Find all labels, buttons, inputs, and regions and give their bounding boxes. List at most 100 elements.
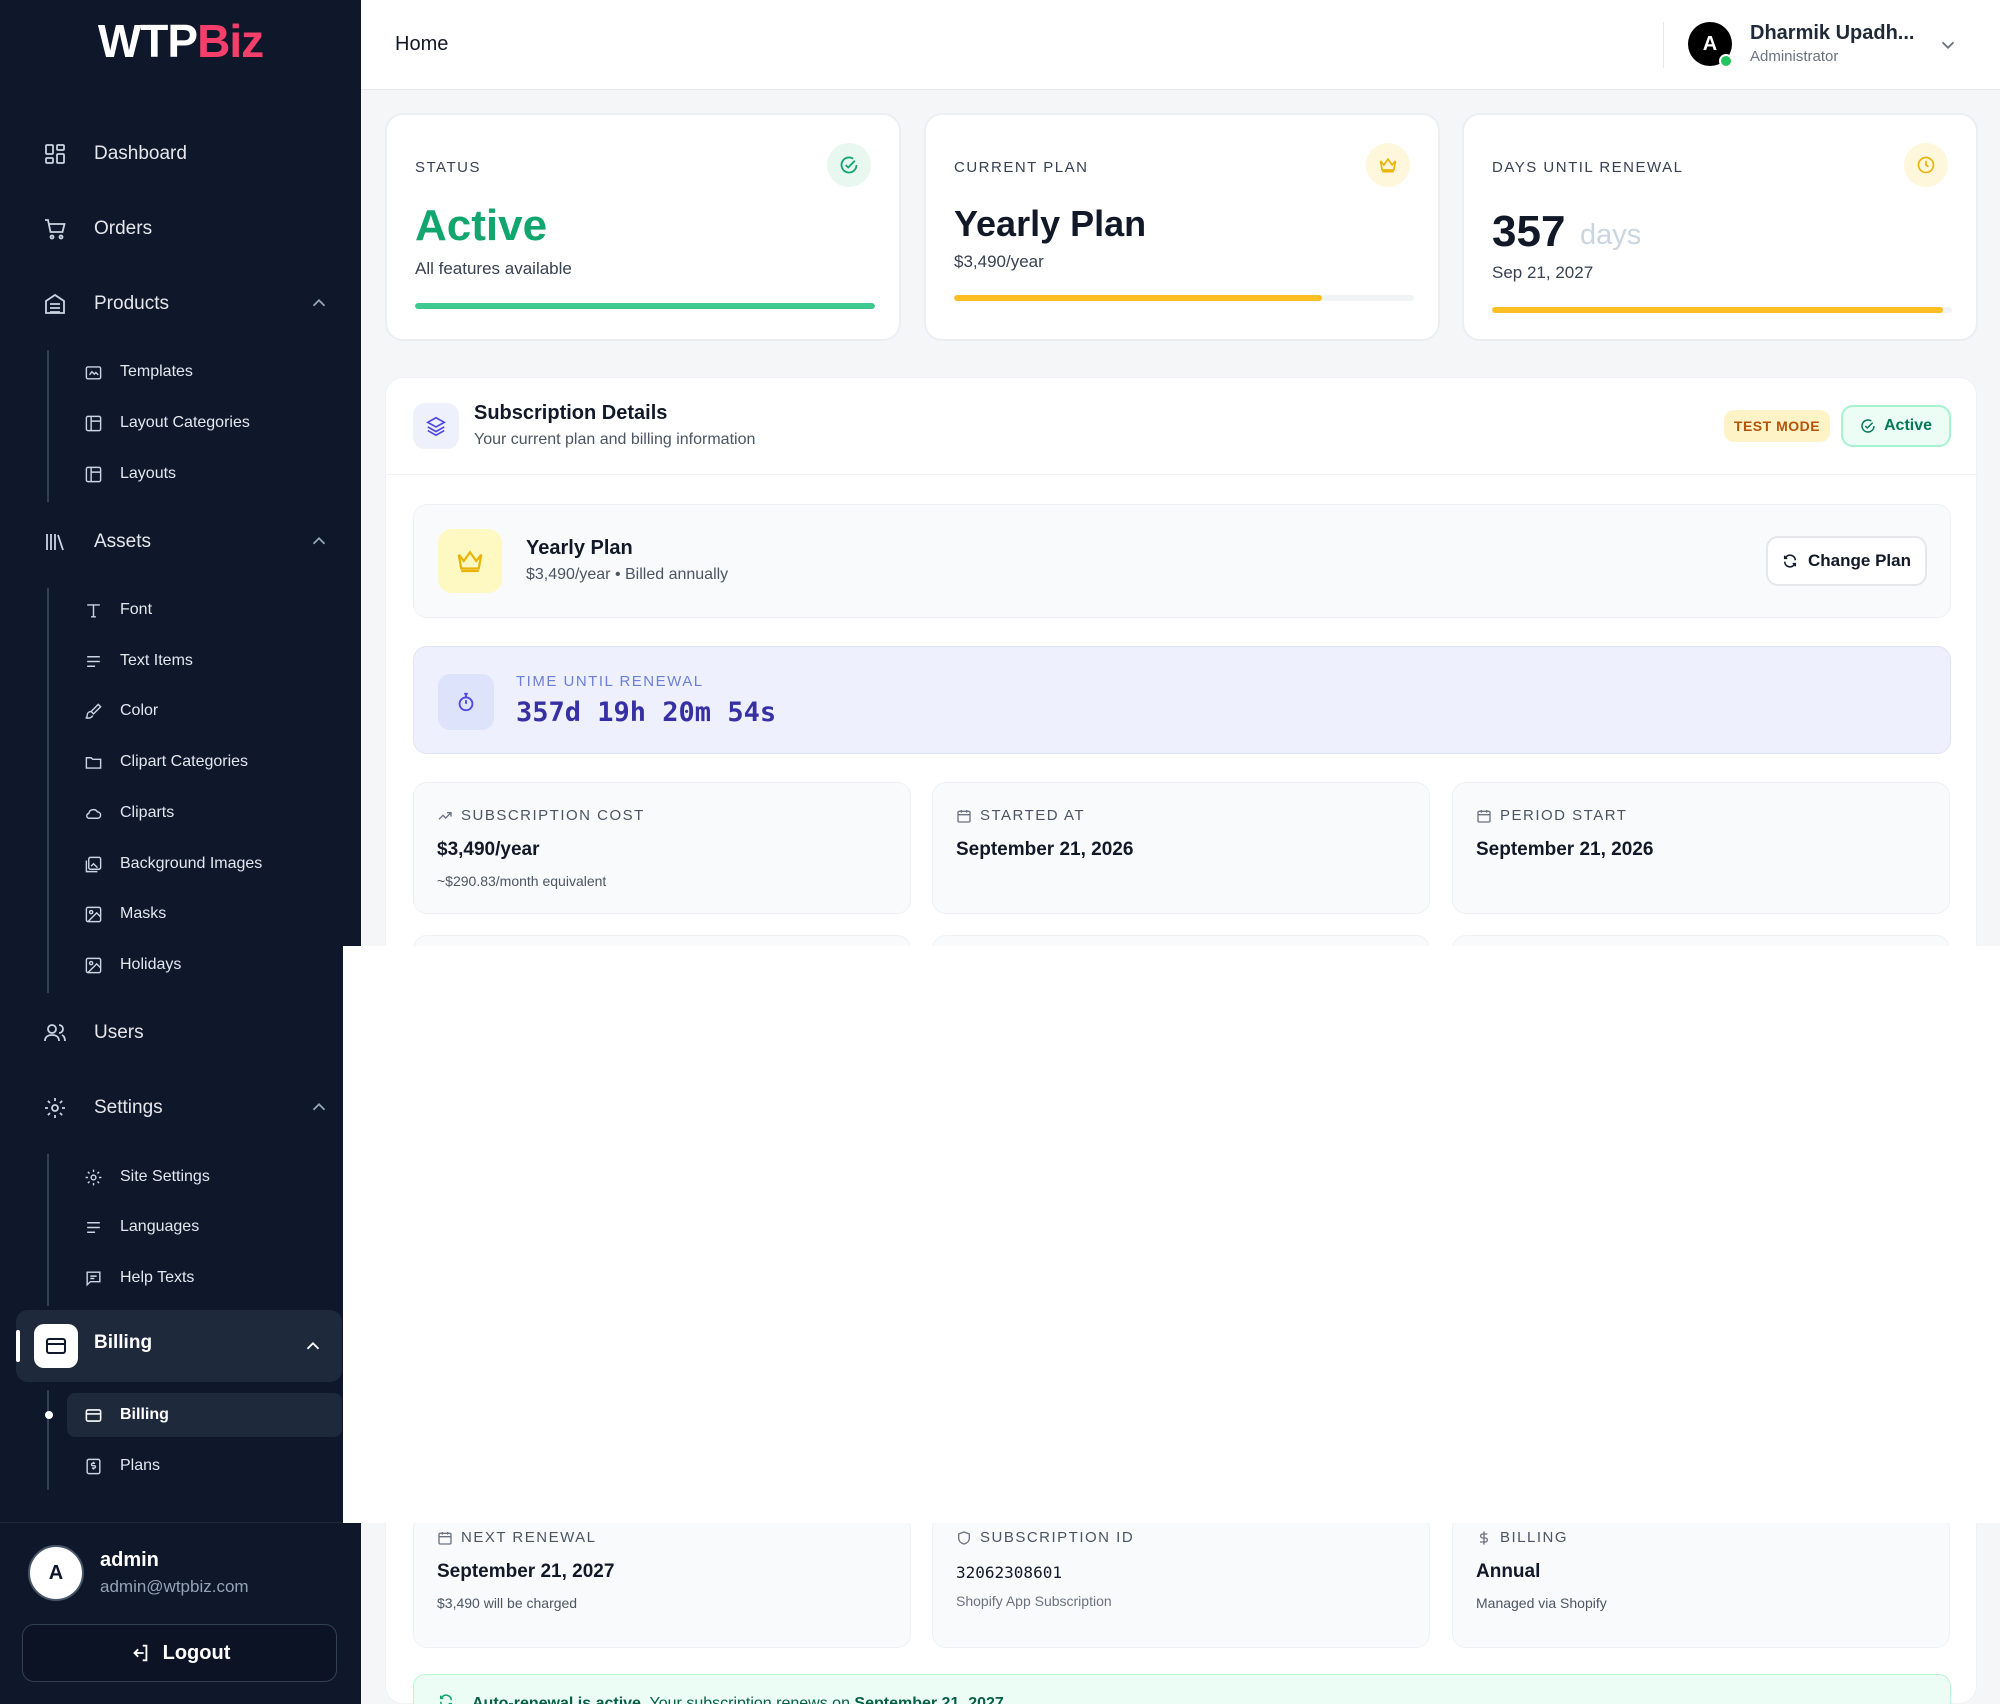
users-icon xyxy=(40,1018,70,1048)
sidebar-item-dashboard[interactable]: Dashboard xyxy=(40,134,330,174)
subscription-cost-card: SUBSCRIPTION COST $3,490/year ~$290.83/m… xyxy=(413,782,911,914)
sidebar-subitem-billing[interactable]: Billing xyxy=(82,1398,342,1432)
blank-region xyxy=(343,946,2000,1523)
sidebar-subitem-cliparts[interactable]: Cliparts xyxy=(82,796,342,830)
align-left-icon xyxy=(82,650,104,672)
calendar-icon xyxy=(438,1531,452,1545)
sidebar-subitem-templates[interactable]: Templates xyxy=(82,355,342,389)
sidebar-subitem-color[interactable]: Color xyxy=(82,694,342,728)
images-icon xyxy=(82,853,104,875)
check-circle-icon xyxy=(827,143,871,187)
status-value: Active xyxy=(415,201,548,250)
chevron-up-icon[interactable] xyxy=(308,530,330,552)
card-value: September 21, 2026 xyxy=(1476,839,1654,860)
message-icon xyxy=(82,1267,104,1289)
auto-renewal-notice: Auto-renewal is active. Your subscriptio… xyxy=(413,1674,1951,1704)
sidebar-item-billing[interactable]: Billing xyxy=(16,1310,342,1382)
sidebar-item-label: Assets xyxy=(94,531,152,552)
breadcrumb[interactable]: Home xyxy=(395,33,448,56)
image-icon xyxy=(82,954,104,976)
header-user-name[interactable]: Dharmik Upadh... xyxy=(1750,22,1914,45)
card-caption: BILLING xyxy=(1476,1529,1568,1546)
panel-title: Subscription Details xyxy=(474,402,668,424)
plan-progress xyxy=(954,295,1414,301)
plan-sub: $3,490/year xyxy=(954,252,1044,271)
countdown-caption: TIME UNTIL RENEWAL xyxy=(516,673,704,690)
renewal-date: Sep 21, 2027 xyxy=(1492,263,1594,282)
sidebar-subitem-clipart-categories[interactable]: Clipart Categories xyxy=(82,745,342,779)
renewal-days-unit: days xyxy=(1580,219,1642,251)
chevron-up-icon[interactable] xyxy=(302,1335,324,1357)
card-value[interactable]: 32062308601 xyxy=(956,1563,1062,1582)
dollar-icon xyxy=(1480,1530,1488,1545)
sidebar-subitem-text-items[interactable]: Text Items xyxy=(82,644,342,678)
card-caption: SUBSCRIPTION COST xyxy=(437,807,645,824)
logout-icon xyxy=(132,1644,147,1662)
logout-button[interactable]: Logout xyxy=(22,1624,337,1682)
sidebar-subitem-label: Font xyxy=(120,601,153,618)
card-caption-text: STARTED AT xyxy=(980,807,1086,824)
chevron-down-icon[interactable] xyxy=(1937,34,1959,56)
card-caption-text: NEXT RENEWAL xyxy=(461,1529,597,1546)
sidebar-subitem-background-images[interactable]: Background Images xyxy=(82,847,342,881)
days-until-renewal-card: DAYS UNTIL RENEWAL 357 days Sep 21, 2027 xyxy=(1462,113,1978,341)
sidebar-subitem-label: Help Texts xyxy=(120,1269,195,1286)
card-note: ~$290.83/month equivalent xyxy=(437,873,607,889)
current-plan-card: CURRENT PLAN Yearly Plan $3,490/year xyxy=(924,113,1440,341)
sidebar-subitem-site-settings[interactable]: Site Settings xyxy=(82,1160,342,1194)
library-icon xyxy=(40,527,70,557)
sidebar-item-settings[interactable]: Settings xyxy=(40,1088,330,1128)
avatar[interactable]: A xyxy=(28,1545,84,1601)
sidebar-subitem-font[interactable]: Font xyxy=(82,593,342,627)
card-caption-text: SUBSCRIPTION COST xyxy=(461,807,645,824)
chevron-up-icon[interactable] xyxy=(308,1096,330,1118)
card-note: $3,490 will be charged xyxy=(437,1595,578,1611)
top-header: Home A Dharmik Upadh... Administrator xyxy=(361,0,2000,90)
next-renewal-card: NEXT RENEWAL September 21, 2027 $3,490 w… xyxy=(413,1514,911,1648)
sidebar: WTPBiz Dashboard Orders Products Templat… xyxy=(0,0,361,1704)
card-caption: STATUS xyxy=(415,159,481,176)
sidebar-subitem-label: Layouts xyxy=(120,465,177,482)
sidebar-item-label: Users xyxy=(94,1022,144,1043)
sidebar-item-label: Settings xyxy=(94,1097,163,1118)
sidebar-item-orders[interactable]: Orders xyxy=(40,209,330,249)
card-caption-text: BILLING xyxy=(1500,1529,1569,1546)
sidebar-subitem-languages[interactable]: Languages xyxy=(82,1210,342,1244)
sidebar-subitem-label: Masks xyxy=(120,905,167,922)
card-value: Annual xyxy=(1476,1561,1541,1582)
gear-icon xyxy=(40,1093,70,1123)
folder-icon xyxy=(82,751,104,773)
credit-card-icon xyxy=(34,1324,78,1368)
sidebar-item-users[interactable]: Users xyxy=(40,1013,330,1053)
panel-header: Subscription Details Your current plan a… xyxy=(386,378,1978,475)
sidebar-subitem-layout-categories[interactable]: Layout Categories xyxy=(82,406,342,440)
clock-icon xyxy=(1904,143,1948,187)
sidebar-subitem-label: Cliparts xyxy=(120,804,175,821)
layout-icon xyxy=(82,412,104,434)
sidebar-subitem-masks[interactable]: Masks xyxy=(82,897,342,931)
chevron-up-icon[interactable] xyxy=(308,292,330,314)
brand-logo[interactable]: WTPBiz xyxy=(0,14,361,68)
sidebar-subitem-plans[interactable]: Plans xyxy=(82,1449,342,1483)
sidebar-item-products[interactable]: Products xyxy=(40,284,330,324)
brush-icon xyxy=(82,700,104,722)
change-plan-button[interactable]: Change Plan xyxy=(1766,536,1927,586)
card-caption: SUBSCRIPTION ID xyxy=(956,1529,1134,1546)
align-left-icon xyxy=(82,1216,104,1238)
card-value: September 21, 2027 xyxy=(437,1561,615,1582)
active-indicator xyxy=(16,1330,20,1362)
sidebar-subitem-holidays[interactable]: Holidays xyxy=(82,948,342,982)
sidebar-subitem-label: Color xyxy=(120,702,159,719)
status-badge-label: Active xyxy=(1883,417,1933,434)
stopwatch-icon xyxy=(438,674,494,730)
layout-icon xyxy=(82,463,104,485)
sidebar-subitem-help-texts[interactable]: Help Texts xyxy=(82,1261,342,1295)
submenu-line xyxy=(47,1390,49,1490)
shield-icon xyxy=(958,1530,970,1545)
sidebar-item-assets[interactable]: Assets xyxy=(40,522,330,562)
card-caption: CURRENT PLAN xyxy=(954,159,1089,176)
sidebar-subitem-layouts[interactable]: Layouts xyxy=(82,457,342,491)
sidebar-item-label: Billing xyxy=(94,1332,153,1353)
sidebar-footer: A admin admin@wtpbiz.com Logout xyxy=(0,1522,361,1704)
online-status-dot xyxy=(1719,54,1733,68)
